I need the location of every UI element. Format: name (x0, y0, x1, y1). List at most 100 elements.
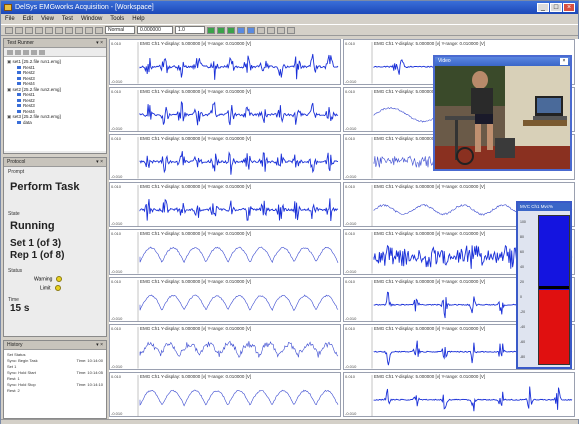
warning-indicator-icon (56, 276, 63, 282)
channel-plot[interactable]: EMG Ch1 Y-display: 5.000000 [v] Y-range:… (109, 86, 341, 132)
play-icon[interactable] (23, 49, 29, 55)
y-max-label: 0.010 (111, 136, 122, 141)
signal-trace (139, 246, 339, 264)
channel-plot[interactable]: EMG Ch1 Y-display: 5.000000 [v] Y-range:… (109, 276, 341, 322)
y-min-label: -0.010 (345, 363, 357, 369)
y-max-label: 0.010 (345, 183, 356, 189)
channel-plot[interactable]: EMG Ch1 Y-display: 5.000000 [v] Y-range:… (109, 324, 341, 370)
channel-waveform (137, 232, 339, 274)
settings-icon[interactable] (75, 26, 83, 34)
maximize-button[interactable]: □ (550, 3, 562, 12)
panel-close-icon[interactable]: ▾ × (96, 39, 103, 48)
history-name: Rest: 2 (7, 388, 20, 393)
mode-select[interactable]: Normal (105, 26, 135, 34)
zoom-in-icon[interactable] (207, 26, 215, 34)
signal-trace (139, 151, 339, 175)
y-max-label: 0.010 (111, 41, 122, 46)
signal-trace (139, 340, 339, 358)
test-runner-header: Test Runner ▾ × (4, 39, 106, 48)
meter-tick-label: 0 (520, 295, 522, 299)
y-max-label: 0.010 (345, 41, 356, 46)
menu-test[interactable]: Test (62, 14, 73, 24)
channel-title: EMG Ch1 Y-display: 5.000000 [v] Y-range:… (140, 183, 252, 189)
grid-icon[interactable] (257, 26, 265, 34)
meter-tick-label: 60 (520, 250, 524, 254)
menu-view[interactable]: View (41, 14, 54, 24)
channel-plot[interactable]: EMG Ch1 Y-display: 5.000000 [v] Y-range:… (109, 181, 341, 227)
y-min-label: -0.010 (111, 268, 123, 274)
channel-title: EMG Ch1 Y-display: 5.000000 [v] Y-range:… (140, 41, 252, 46)
cursor-icon[interactable] (237, 26, 245, 34)
y-min-label: -0.010 (111, 316, 123, 321)
cut-icon[interactable] (35, 26, 43, 34)
state-label: State (8, 211, 20, 217)
y-max-label: 0.010 (111, 183, 122, 189)
mvc-meter-window[interactable]: MVC Ch1 Mvc% 100 80 60 40 20 0 -20 -40 -60 -80 (516, 201, 572, 369)
protocol-title: Protocol (7, 159, 26, 165)
close-button[interactable]: × (563, 3, 575, 12)
channel-title: EMG Ch1 Y-display: 5.000000 [v] Y-range:… (140, 278, 252, 284)
new-icon[interactable] (5, 26, 13, 34)
save-icon[interactable] (25, 26, 33, 34)
stop-icon[interactable] (31, 49, 37, 55)
print-icon[interactable] (65, 26, 73, 34)
menu-window[interactable]: Window (81, 14, 102, 24)
pan-icon[interactable] (227, 26, 235, 34)
signal-trace (139, 293, 339, 311)
y-min-label: -0.010 (345, 126, 357, 131)
channel-plot[interactable]: EMG Ch1 Y-display: 5.000000 [v] Y-range:… (109, 229, 341, 275)
collapse-icon[interactable] (15, 49, 21, 55)
menu-bar: File Edit View Test Window Tools Help (1, 14, 578, 24)
meter-tick-label: 100 (520, 220, 526, 224)
paste-icon[interactable] (55, 26, 63, 34)
record-icon[interactable] (95, 26, 103, 34)
video-header: Video × (435, 57, 570, 66)
history-header: History ▾ × (4, 341, 106, 350)
menu-help[interactable]: Help (132, 14, 144, 24)
channel-plot[interactable]: EMG Ch1 Y-display: 5.000000 [v] Y-range:… (343, 371, 575, 417)
rep-counter: Rep 1 (of 8) (10, 250, 65, 261)
channel-waveform (137, 279, 339, 321)
history-time: Time: 10:14:10 (76, 382, 103, 387)
test-runner-title: Test Runner (7, 40, 34, 46)
zoom-out-icon[interactable] (217, 26, 225, 34)
channel-plot[interactable]: EMG Ch1 Y-display: 5.000000 [v] Y-range:… (109, 134, 341, 180)
channel-plot[interactable]: EMG Ch1 Y-display: 5.000000 [v] Y-range:… (109, 371, 341, 417)
limit-indicator-icon (54, 285, 61, 292)
menu-tools[interactable]: Tools (110, 14, 124, 24)
help-icon[interactable] (85, 26, 93, 34)
channel-waveform (371, 374, 573, 416)
y-max-label: 0.010 (111, 88, 122, 94)
scale-select[interactable]: 1.0 (175, 26, 205, 34)
title-bar: DelSys EMGworks Acquisition - [Workspace… (1, 1, 578, 14)
export-icon[interactable] (287, 26, 295, 34)
menu-edit[interactable]: Edit (23, 14, 33, 24)
minimize-button[interactable]: _ (537, 3, 549, 12)
status-row-1: Warning (4, 276, 106, 282)
toolbar: Normal 0.000000 1.0 (1, 24, 578, 36)
history-time: Time: 10:14:00 (76, 358, 103, 363)
channel-title: EMG Ch1 Y-display: 5.000000 [v] Y-range:… (140, 88, 252, 94)
tree-toolbar (4, 48, 106, 57)
layout-icon[interactable] (267, 26, 275, 34)
set-counter: Set 1 (of 3) (10, 238, 62, 249)
offset-select[interactable]: 0.000000 (137, 26, 173, 34)
channel-plot[interactable]: EMG Ch1 Y-display: 5.000000 [v] Y-range:… (109, 39, 341, 85)
meter-tick-label: 20 (520, 280, 524, 284)
video-window[interactable]: Video × (433, 55, 572, 171)
delete-icon[interactable] (39, 49, 45, 55)
tree-item[interactable]: data (7, 120, 103, 126)
copy-icon[interactable] (45, 26, 53, 34)
y-max-label: 0.010 (345, 88, 356, 94)
marker-icon[interactable] (247, 26, 255, 34)
channel-title: EMG Ch1 Y-display: 5.000000 [v] Y-range:… (374, 278, 486, 284)
y-max-label: 0.010 (111, 278, 122, 284)
protocol-close-icon[interactable]: ▾ × (96, 158, 103, 167)
menu-file[interactable]: File (5, 14, 15, 24)
history-close-icon[interactable]: ▾ × (96, 341, 103, 350)
channel-title: EMG Ch1 Y-display: 5.000000 [v] Y-range:… (374, 231, 486, 236)
open-icon[interactable] (15, 26, 23, 34)
link-icon[interactable] (277, 26, 285, 34)
expand-icon[interactable] (7, 49, 13, 55)
video-close-icon[interactable]: × (560, 58, 568, 65)
